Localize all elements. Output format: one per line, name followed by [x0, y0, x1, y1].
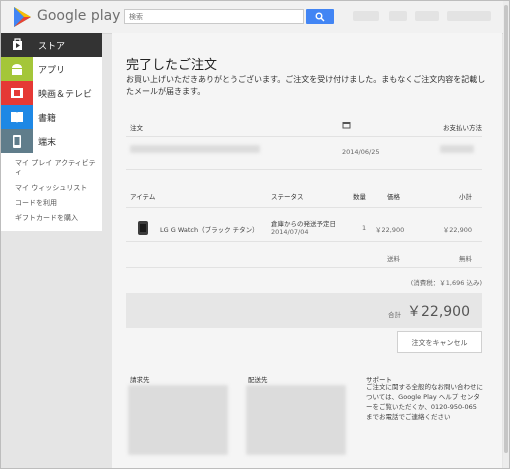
- item-qty: 1: [362, 224, 367, 232]
- store-icon: [1, 33, 33, 57]
- divider: [126, 136, 482, 137]
- brand-name: Google play: [37, 8, 121, 24]
- sidebar-item-devices[interactable]: 端末: [1, 129, 102, 153]
- search-button[interactable]: [306, 9, 334, 24]
- search-icon: [315, 12, 325, 22]
- sidebar-item-apps[interactable]: アプリ: [1, 57, 102, 81]
- column-price: 価格: [387, 193, 400, 201]
- order-number-redacted: [130, 145, 260, 153]
- sidebar-item-label: アプリ: [38, 66, 66, 76]
- sidebar-item-label: ストア: [38, 42, 66, 52]
- sidebar-item-label: 書籍: [38, 114, 57, 124]
- top-header: Google play: [1, 1, 509, 34]
- divider: [126, 267, 482, 268]
- divider: [126, 169, 482, 170]
- sidebar-link-redeem[interactable]: コードを利用: [15, 199, 99, 208]
- shipping-label: 送料: [387, 255, 400, 263]
- total-box: 合計 ￥22,900: [126, 293, 482, 328]
- column-subtotal: 小計: [459, 193, 472, 201]
- book-icon: [1, 105, 33, 129]
- order-date: 2014/06/25: [342, 148, 380, 156]
- header-control-blurred[interactable]: [353, 11, 379, 21]
- total-value: ￥22,900: [407, 304, 470, 320]
- play-logo-icon: [14, 7, 31, 27]
- sidebar-item-movies[interactable]: 映画＆テレビ: [1, 81, 102, 105]
- sidebar-link-gift-card[interactable]: ギフトカードを購入: [15, 214, 99, 223]
- sidebar-item-store[interactable]: ストア: [1, 33, 102, 57]
- divider: [126, 207, 482, 208]
- sidebar-item-label: 端末: [38, 138, 57, 148]
- support-text: ご注文に関する全般的なお問い合わせについては、Google Play ヘルプ セ…: [366, 383, 483, 421]
- browser-frame: Google play ストア アプリ: [0, 0, 510, 469]
- shipping-address-label: 配送先: [248, 376, 268, 384]
- column-item: アイテム: [130, 193, 156, 201]
- divider: [126, 241, 482, 242]
- item-subtotal: ￥22,900: [442, 226, 472, 234]
- search-bar: [124, 9, 334, 24]
- billing-label: 請求先: [130, 376, 150, 384]
- page-title: 完了したご注文: [126, 58, 218, 73]
- sidebar-item-label: 映画＆テレビ: [38, 90, 93, 100]
- billing-address-redacted: [128, 385, 228, 455]
- film-icon: [1, 81, 33, 105]
- scrollbar[interactable]: [503, 1, 509, 468]
- shipping-value: 無料: [459, 255, 472, 263]
- account-area-blurred[interactable]: [447, 11, 491, 21]
- confirmation-message: お買い上げいただきありがとうございます。ご注文を受け付けました。まもなくご注文内…: [126, 75, 486, 96]
- header-control-blurred[interactable]: [415, 11, 439, 21]
- item-status: 倉庫からの発送予定日: [271, 220, 336, 228]
- calendar-icon: [342, 122, 351, 129]
- sidebar-item-books[interactable]: 書籍: [1, 105, 102, 129]
- product-name[interactable]: LG G Watch（ブラック チタン）: [160, 224, 259, 234]
- product-thumbnail[interactable]: [138, 221, 148, 235]
- column-status: ステータス: [271, 193, 304, 201]
- payment-method-label: お支払い方法: [443, 124, 482, 132]
- sidebar: ストア アプリ 映画＆テレビ 書籍 端末 マイ プレイ アクティビティ マイ ウ…: [1, 33, 102, 233]
- header-control-blurred[interactable]: [389, 11, 407, 21]
- android-icon: [1, 57, 33, 81]
- column-qty: 数量: [353, 193, 366, 201]
- sidebar-link-wishlist[interactable]: マイ ウィッシュリスト: [15, 184, 99, 193]
- order-label: 注文: [130, 124, 143, 132]
- tax-note: (消費税：￥1,696 込み): [410, 279, 482, 287]
- payment-method-redacted: [440, 145, 474, 153]
- sidebar-link-my-activity[interactable]: マイ プレイ アクティビティ: [15, 159, 99, 177]
- scrollbar-thumb[interactable]: [504, 5, 508, 453]
- item-price: ￥22,900: [375, 226, 405, 234]
- cancel-order-button[interactable]: 注文をキャンセル: [397, 331, 482, 353]
- device-icon: [1, 129, 33, 153]
- order-confirmation-panel: 完了したご注文 お買い上げいただきありがとうございます。ご注文を受け付けました。…: [112, 33, 502, 468]
- search-input[interactable]: [124, 9, 304, 24]
- item-status-date: 2014/07/04: [271, 228, 309, 236]
- total-label: 合計: [388, 311, 401, 319]
- shipping-address-redacted: [246, 385, 346, 455]
- sidebar-links: マイ プレイ アクティビティ マイ ウィッシュリスト コードを利用 ギフトカード…: [1, 153, 102, 231]
- google-play-logo[interactable]: Google play: [11, 5, 120, 29]
